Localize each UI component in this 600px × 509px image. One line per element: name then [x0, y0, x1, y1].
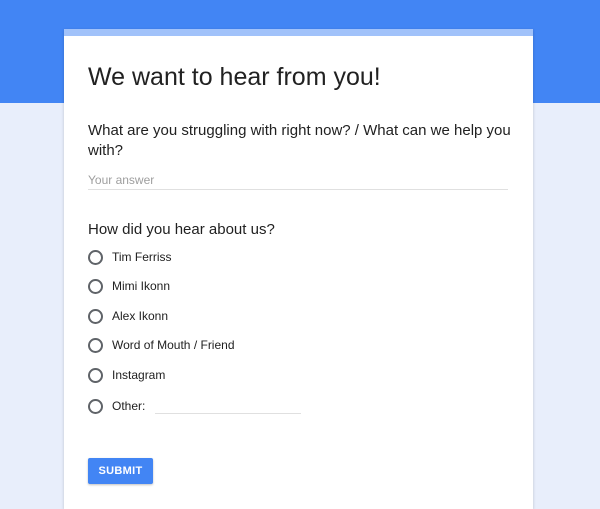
radio-button[interactable]	[88, 249, 103, 265]
form-title: We want to hear from you!	[88, 63, 381, 91]
radio-label: Alex Ikonn	[112, 309, 169, 323]
radio-option-tim-ferriss[interactable]: Tim Ferriss	[88, 247, 172, 267]
card-accent-strip	[64, 29, 533, 36]
radio-button[interactable]	[88, 367, 103, 383]
radio-option-other[interactable]: Other:	[88, 396, 302, 416]
radio-button[interactable]	[88, 337, 103, 353]
radio-label: Tim Ferriss	[112, 250, 172, 264]
radio-button[interactable]	[88, 278, 103, 294]
radio-label: Word of Mouth / Friend	[112, 338, 235, 352]
radio-label: Mimi Ikonn	[112, 279, 171, 293]
radio-option-word-of-mouth[interactable]: Word of Mouth / Friend	[88, 335, 235, 355]
radio-option-mimi-ikonn[interactable]: Mimi Ikonn	[88, 276, 170, 296]
radio-label: Other:	[112, 399, 146, 413]
radio-option-instagram[interactable]: Instagram	[88, 365, 165, 385]
form-card: We want to hear from you! What are you s…	[64, 29, 533, 509]
question-source-label: How did you hear about us?	[88, 221, 275, 238]
other-text-input[interactable]	[155, 398, 302, 414]
submit-button[interactable]: SUBMIT	[88, 458, 153, 484]
radio-label: Instagram	[112, 368, 166, 382]
question-struggle-label: What are you struggling with right now? …	[88, 122, 511, 159]
radio-option-alex-ikonn[interactable]: Alex Ikonn	[88, 306, 168, 326]
radio-button[interactable]	[88, 308, 103, 324]
radio-button[interactable]	[88, 398, 103, 414]
answer-input[interactable]	[88, 170, 508, 190]
